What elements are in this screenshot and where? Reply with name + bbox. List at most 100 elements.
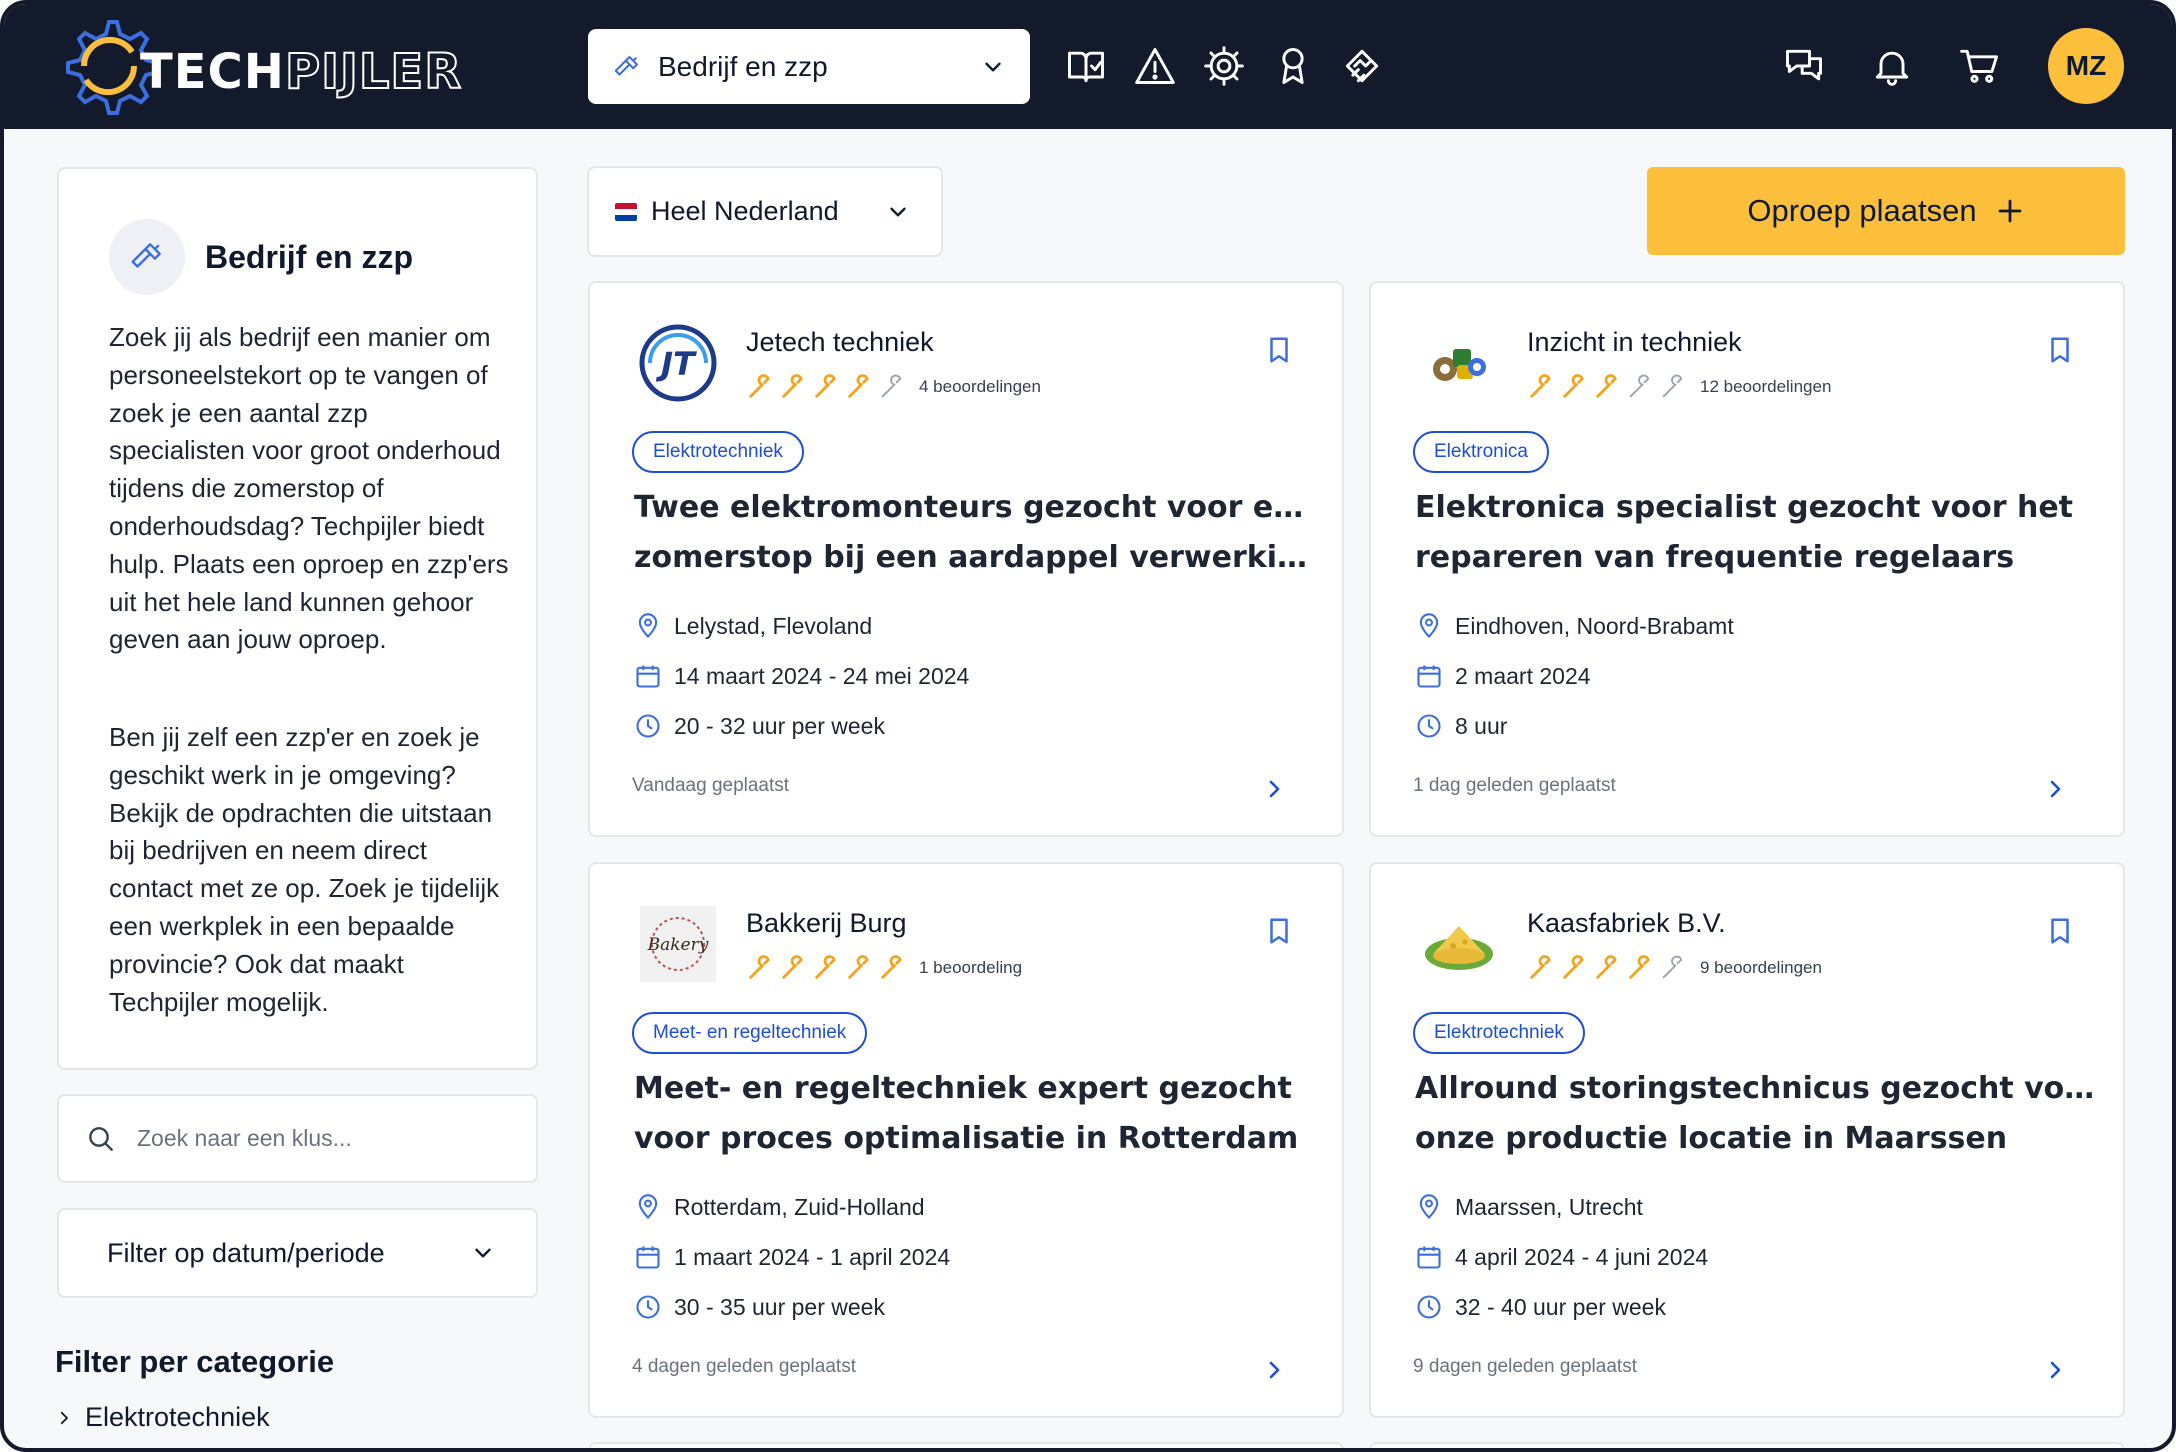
wrench-rating-empty-icon bbox=[881, 374, 902, 398]
app-frame: TECHPIJLER Bedrijf en zzp MZ Bedrijf en … bbox=[0, 0, 2176, 1452]
job-period-text: 2 maart 2024 bbox=[1455, 662, 1591, 689]
job-location: Rotterdam, Zuid-Holland bbox=[634, 1192, 925, 1222]
location-pin-icon bbox=[638, 1194, 658, 1219]
job-card-partial[interactable] bbox=[1369, 1442, 2125, 1448]
logo-text-pijler: PIJLER bbox=[284, 43, 463, 101]
wrench-rating-icon bbox=[782, 374, 803, 398]
wrench-rating-empty-icon bbox=[1629, 374, 1650, 398]
company-name: Jetech techniek bbox=[746, 327, 934, 357]
company-name: Bakkerij Burg bbox=[746, 908, 907, 938]
award-icon[interactable] bbox=[1271, 44, 1315, 88]
company-name: Inzicht in techniek bbox=[1527, 327, 1742, 357]
category-item-label: Elektrotechniek bbox=[85, 1402, 270, 1432]
job-card[interactable]: JT Jetech techniek 4 beoordelingen Elekt… bbox=[588, 281, 1344, 837]
category-tag[interactable]: Elektronica bbox=[1413, 431, 1549, 473]
kaasfabriek-company-logo bbox=[1425, 926, 1493, 970]
job-title-line-1: Meet- en regeltechniek expert gezocht bbox=[634, 1071, 1292, 1106]
intro-icon-circle bbox=[109, 219, 185, 295]
job-hours: 32 - 40 uur per week bbox=[1415, 1292, 1666, 1322]
job-period: 1 maart 2024 - 1 april 2024 bbox=[634, 1242, 950, 1272]
search-input[interactable] bbox=[137, 1125, 497, 1152]
wrench-rating-icon bbox=[782, 955, 803, 979]
user-avatar[interactable]: MZ bbox=[2048, 28, 2124, 104]
job-period: 14 maart 2024 - 24 mei 2024 bbox=[634, 661, 969, 691]
chevron-right-icon[interactable] bbox=[1262, 1358, 1286, 1382]
techpijler-logo[interactable]: TECHPIJLER bbox=[54, 14, 462, 118]
wrench-rating-icon bbox=[1596, 955, 1617, 979]
posted-time: 9 dagen geleden geplaatst bbox=[1413, 1356, 1637, 1377]
job-card[interactable]: Kaasfabriek B.V. 9 beoordelingen Elektro… bbox=[1369, 862, 2125, 1418]
date-filter-select[interactable]: Filter op datum/periode bbox=[57, 1208, 538, 1298]
bell-icon[interactable] bbox=[1870, 44, 1914, 88]
bookmark-icon[interactable] bbox=[2045, 333, 2075, 367]
posted-time: Vandaag geplaatst bbox=[632, 775, 790, 796]
intro-title: Bedrijf en zzp bbox=[205, 239, 414, 275]
review-count: 12 beoordelingen bbox=[1700, 377, 1832, 396]
post-call-button[interactable]: Oproep plaatsen bbox=[1647, 167, 2125, 255]
bakkerij-company-logo: Bakery bbox=[640, 906, 716, 982]
clock-icon bbox=[1417, 714, 1441, 738]
intro-paragraph-2: Ben jij zelf een zzp'er en zoek je gesch… bbox=[109, 722, 500, 1017]
company-rating: 9 beoordelingen bbox=[1527, 954, 1822, 982]
bookmark-icon[interactable] bbox=[1264, 914, 1294, 948]
inzicht-company-logo bbox=[1433, 349, 1486, 381]
warning-icon[interactable] bbox=[1133, 44, 1177, 88]
category-tag[interactable]: Elektrotechniek bbox=[1413, 1012, 1585, 1054]
job-title[interactable]: Twee elektromonteurs gezocht voor een zo… bbox=[634, 483, 1314, 583]
job-card[interactable]: Inzicht in techniek 12 beoordelingen Ele… bbox=[1369, 281, 2125, 837]
book-check-icon[interactable] bbox=[1064, 44, 1108, 88]
wrench-rating-icon bbox=[848, 374, 869, 398]
job-period-text: 1 maart 2024 - 1 april 2024 bbox=[674, 1243, 951, 1270]
bookmark-icon[interactable] bbox=[1264, 333, 1294, 367]
wrench-rating-icon bbox=[1563, 374, 1584, 398]
job-location: Maarssen, Utrecht bbox=[1415, 1192, 1643, 1222]
wrench-rating-icon bbox=[1629, 955, 1650, 979]
settings-icon[interactable] bbox=[1202, 44, 1246, 88]
wrench-rating-icon bbox=[1563, 955, 1584, 979]
job-period-text: 14 maart 2024 - 24 mei 2024 bbox=[674, 662, 970, 689]
job-title-line-1: Twee elektromonteurs gezocht voor een bbox=[634, 490, 1314, 525]
wrench-rating-icon bbox=[1530, 955, 1551, 979]
wrench-rating-icon bbox=[749, 955, 770, 979]
chevron-right-icon[interactable] bbox=[2043, 777, 2067, 801]
chevron-right-icon[interactable] bbox=[1262, 777, 1286, 801]
job-location: Lelystad, Flevoland bbox=[634, 611, 872, 641]
wrench-rating-empty-icon bbox=[1662, 955, 1683, 979]
chevron-right-icon[interactable] bbox=[2043, 1358, 2067, 1382]
category-tag[interactable]: Elektrotechniek bbox=[632, 431, 804, 473]
job-card-partial[interactable] bbox=[588, 1442, 1344, 1448]
category-tag[interactable]: Meet- en regeltechniek bbox=[632, 1012, 868, 1054]
wrench-rating-icon bbox=[815, 374, 836, 398]
posted-time: 4 dagen geleden geplaatst bbox=[632, 1356, 856, 1377]
clock-icon bbox=[636, 1295, 660, 1319]
job-title-line-2: onze productie locatie in Maarssen bbox=[1415, 1121, 2008, 1156]
clock-icon bbox=[636, 714, 660, 738]
netherlands-flag-icon bbox=[615, 202, 637, 221]
handshake-icon[interactable] bbox=[1340, 44, 1384, 88]
chat-icon[interactable] bbox=[1782, 44, 1826, 88]
job-period: 4 april 2024 - 4 juni 2024 bbox=[1415, 1242, 1708, 1272]
job-location-text: Lelystad, Flevoland bbox=[674, 612, 873, 639]
cart-icon[interactable] bbox=[1958, 44, 2002, 88]
region-select[interactable]: Heel Nederland bbox=[587, 166, 943, 257]
job-title[interactable]: Allround storingstechnicus gezocht voor … bbox=[1415, 1064, 2095, 1164]
top-navigation-bar: TECHPIJLER Bedrijf en zzp MZ bbox=[4, 4, 2172, 129]
job-card[interactable]: Bakery Bakkerij Burg 1 beoordeling Meet-… bbox=[588, 862, 1344, 1418]
job-search-box[interactable] bbox=[57, 1094, 538, 1183]
category-item-elektrotechniek[interactable]: Elektrotechniek bbox=[55, 1402, 270, 1433]
logo-wordmark: TECHPIJLER bbox=[140, 43, 463, 101]
role-select[interactable]: Bedrijf en zzp bbox=[588, 29, 1030, 104]
wrench-rating-icon bbox=[815, 955, 836, 979]
company-name: Kaasfabriek B.V. bbox=[1527, 908, 1726, 938]
logo-text-tech: TECH bbox=[140, 44, 285, 100]
job-title-line-2: repareren van frequentie regelaars bbox=[1415, 540, 2015, 575]
job-title[interactable]: Meet- en regeltechniek expert gezocht vo… bbox=[634, 1064, 1314, 1164]
job-location-text: Maarssen, Utrecht bbox=[1455, 1193, 1643, 1220]
job-location-text: Eindhoven, Noord-Brabamt bbox=[1455, 612, 1734, 639]
job-title-line-1: Allround storingstechnicus gezocht voor bbox=[1415, 1071, 2095, 1106]
company-rating: 12 beoordelingen bbox=[1527, 373, 1831, 401]
bookmark-icon[interactable] bbox=[2045, 914, 2075, 948]
hammer-icon bbox=[131, 243, 161, 268]
job-title[interactable]: Elektronica specialist gezocht voor het … bbox=[1415, 483, 2095, 583]
job-hours: 30 - 35 uur per week bbox=[634, 1292, 885, 1322]
